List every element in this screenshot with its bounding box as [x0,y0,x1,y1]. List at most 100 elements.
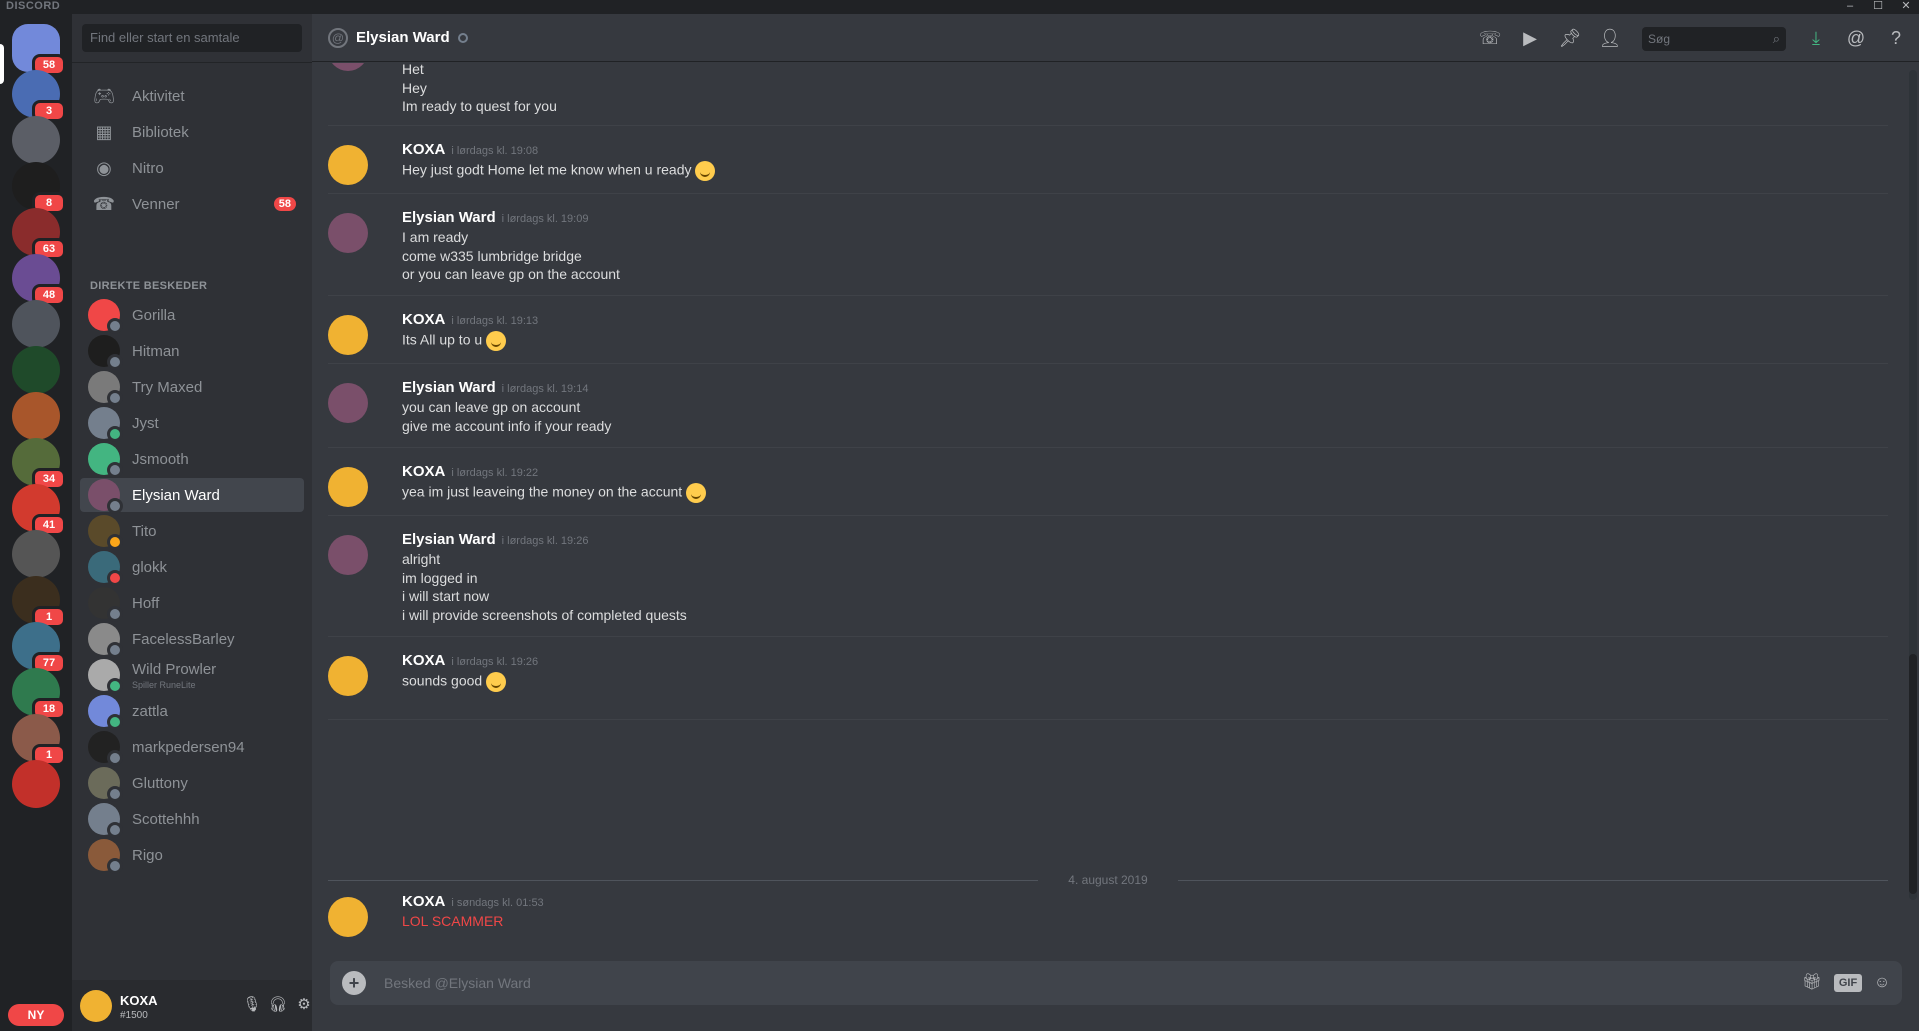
dm-item[interactable]: Wild Prowler Spiller RuneLite [80,658,304,694]
help-icon[interactable]: ? [1884,26,1908,50]
message-author[interactable]: Elysian Ward i lørdags kl. 19:26 [402,531,588,548]
nav-item-nitro[interactable]: ◉ Nitro [80,148,304,188]
server-icon[interactable]: 63 [12,208,66,260]
status-indicator [107,678,123,694]
server-icon[interactable]: 18 [12,668,66,720]
dm-item[interactable]: Scottehhh [80,802,304,838]
message-author[interactable]: Elysian Ward i lørdags kl. 19:09 [402,209,588,226]
avatar[interactable] [328,145,368,185]
server-icon[interactable] [12,530,60,578]
avatar[interactable] [328,213,368,253]
server-icon[interactable]: 58 [12,24,66,76]
message-author[interactable]: KOXA i lørdags kl. 19:13 [402,311,538,328]
mentions-icon[interactable]: @ [1844,26,1868,50]
dm-item[interactable]: Try Maxed [80,370,304,406]
server-icon[interactable]: 48 [12,254,66,306]
dm-item-text: Elysian Ward [132,487,220,504]
dm-search-input[interactable]: Find eller start en samtale [82,24,302,52]
author-name[interactable]: KOXA [402,652,445,669]
server-icon[interactable] [12,346,60,394]
status-indicator [107,606,123,622]
add-friend-icon[interactable]: 👤︎ [1598,26,1622,50]
dm-item[interactable]: Gorilla [80,298,304,334]
author-name[interactable]: Elysian Ward [402,379,496,396]
avatar[interactable] [328,63,368,71]
microphone-icon[interactable]: 🎙︎ [242,995,262,1015]
new-unreads-button[interactable]: NY [8,1004,64,1026]
maximize-button[interactable]: ☐ [1866,0,1890,14]
emoji-picker-icon[interactable]: ☺ [1870,971,1894,995]
message-author[interactable]: KOXA i lørdags kl. 19:22 [402,463,538,480]
dm-item[interactable]: zattla [80,694,304,730]
author-name[interactable]: Elysian Ward [402,209,496,226]
dm-item[interactable]: Rigo [80,838,304,874]
message-input[interactable]: Besked @Elysian Ward [384,961,531,1005]
chat-area: @ Elysian Ward ☏ ▶ 📌︎ 👤︎ Søg ⌕ ⤓ @ ? 4. … [312,14,1919,1031]
server-icon[interactable]: 77 [12,622,66,674]
server-icon[interactable]: 3 [12,70,66,122]
video-call-icon[interactable]: ▶ [1518,26,1542,50]
dm-item[interactable]: Hitman [80,334,304,370]
dm-item[interactable]: Gluttony [80,766,304,802]
author-name[interactable]: Elysian Ward [402,531,496,548]
dm-item[interactable]: Elysian Ward [80,478,304,514]
upload-plus-icon[interactable]: + [342,971,366,995]
user-avatar[interactable] [80,990,112,1022]
author-name[interactable]: KOXA [402,463,445,480]
dm-item[interactable]: Jsmooth [80,442,304,478]
avatar[interactable] [328,535,368,575]
server-icon[interactable] [12,300,60,348]
dm-item[interactable]: glokk [80,550,304,586]
dm-item[interactable]: Jyst [80,406,304,442]
author-name[interactable]: KOXA [402,141,445,158]
avatar[interactable] [328,315,368,355]
download-icon[interactable]: ⤓ [1804,26,1828,50]
status-indicator [107,534,123,550]
call-icon[interactable]: ☏ [1478,26,1502,50]
dm-item[interactable]: Tito [80,514,304,550]
server-icon[interactable] [12,760,60,808]
message-composer[interactable]: + Besked @Elysian Ward 🎁︎ GIF ☺ [330,961,1902,1005]
nav-item-bibliotek[interactable]: ▦ Bibliotek [80,112,304,152]
avatar[interactable] [328,897,368,937]
dm-item[interactable]: FacelessBarley [80,622,304,658]
dm-item-name: Try Maxed [132,378,203,396]
close-window-button[interactable]: ✕ [1894,0,1918,14]
message-author[interactable]: Elysian Ward i lørdags kl. 19:14 [402,379,588,396]
author-name[interactable]: KOXA [402,893,445,910]
search-icon: ⌕ [1772,31,1780,46]
dm-item[interactable]: markpedersen94 [80,730,304,766]
server-icon[interactable]: 8 [12,162,66,214]
gift-icon[interactable]: 🎁︎ [1800,971,1824,995]
gif-icon[interactable]: GIF [1834,974,1862,992]
smile-emoji-icon[interactable] [695,161,716,181]
minimize-button[interactable]: – [1838,0,1862,14]
smile-emoji-icon[interactable] [686,483,707,503]
settings-gear-icon[interactable]: ⚙ [294,995,314,1015]
headset-icon[interactable]: 🎧︎ [268,995,288,1015]
smile-emoji-icon[interactable] [486,331,507,351]
server-icon[interactable]: 1 [12,714,66,766]
message-content: you can leave gp on account [402,399,581,415]
server-icon[interactable]: 1 [12,576,66,628]
status-indicator [107,426,123,442]
message-author[interactable]: KOXA i lørdags kl. 19:26 [402,652,538,669]
dm-item[interactable]: Hoff [80,586,304,622]
author-name[interactable]: KOXA [402,311,445,328]
dm-item-text: Jsmooth [132,451,189,468]
pin-icon[interactable]: 📌︎ [1558,26,1582,50]
nav-item-aktivitet[interactable]: 🎮︎ Aktivitet [80,76,304,116]
avatar[interactable] [328,383,368,423]
message-author[interactable]: KOXA i søndags kl. 01:53 [402,893,544,910]
server-icon[interactable] [12,116,60,164]
smile-emoji-icon[interactable] [486,672,507,692]
server-icon[interactable] [12,392,60,440]
nav-item-venner[interactable]: ☎ Venner 58 [80,184,304,224]
chat-search-input[interactable]: Søg ⌕ [1642,27,1786,51]
server-icon[interactable]: 34 [12,438,66,490]
scrollbar-thumb[interactable] [1909,654,1917,894]
message-author[interactable]: KOXA i lørdags kl. 19:08 [402,141,538,158]
avatar[interactable] [328,656,368,696]
server-icon[interactable]: 41 [12,484,66,536]
avatar[interactable] [328,467,368,507]
